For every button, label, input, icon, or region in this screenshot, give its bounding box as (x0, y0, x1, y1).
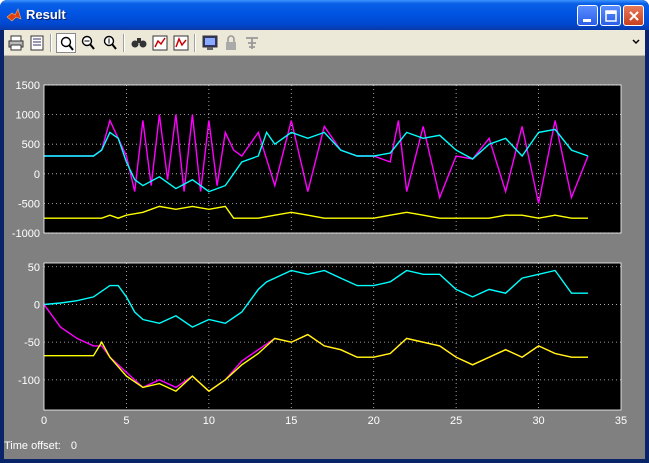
window-title: Result (26, 7, 66, 22)
x-tick-label: 10 (203, 415, 215, 427)
floating-scope-button[interactable] (200, 33, 220, 53)
toolbar-chevron[interactable] (629, 33, 641, 53)
zoom-button[interactable] (56, 33, 76, 53)
print-button[interactable] (6, 33, 26, 53)
signal-selection-button[interactable] (242, 33, 262, 53)
y-tick-label: 500 (22, 139, 40, 151)
save-axes-icon (152, 35, 168, 51)
y-tick-label: 50 (28, 262, 40, 274)
matlab-icon (6, 8, 22, 22)
lock-icon (226, 35, 236, 50)
minimize-button[interactable] (577, 5, 598, 26)
x-tick-label: 25 (450, 415, 462, 427)
toolbar-separator (194, 34, 196, 52)
x-tick-label: 20 (368, 415, 380, 427)
toolbar (4, 30, 645, 56)
window-frame (0, 459, 649, 463)
y-tick-label: 1500 (16, 80, 40, 92)
maximize-button[interactable] (600, 5, 621, 26)
minimize-icon (583, 19, 591, 22)
plot-area (44, 263, 621, 410)
parameters-icon (30, 35, 44, 51)
zoom-x-button[interactable] (78, 33, 98, 53)
parameters-button[interactable] (27, 33, 47, 53)
save-axes-button[interactable] (150, 33, 170, 53)
x-tick-label: 15 (285, 415, 297, 427)
scope-content: 1500 1000 500 0 -500 -1000 50 0 -50 -100 0 5 10 15 20 2… (4, 56, 645, 459)
time-offset-label: Time offset: (4, 440, 61, 452)
floating-scope-icon (202, 35, 218, 50)
close-icon (629, 11, 639, 21)
status-bar: Time offset: 0 (4, 440, 304, 455)
x-tick-label: 0 (41, 415, 47, 427)
y-tick-label: -50 (24, 337, 40, 349)
y-tick-label: -100 (18, 375, 40, 387)
y-tick-label: 0 (34, 299, 40, 311)
plot-area (44, 85, 621, 233)
y-tick-label: 1000 (16, 110, 40, 122)
y-tick-label: -500 (18, 198, 40, 210)
zoom-y-icon (103, 35, 117, 50)
y-tick-label: 0 (34, 169, 40, 181)
chevron-down-icon (632, 39, 640, 45)
x-tick-label: 30 (532, 415, 544, 427)
x-tick-label: 5 (123, 415, 129, 427)
scope-plots[interactable]: 150010005000-500-1000500-50-1000 5 10 15 20 2… (4, 56, 645, 459)
scope-window: Result 1500 1000 500 0 -500 -1000 50 0 -… (0, 0, 649, 463)
time-offset-value: 0 (70, 440, 77, 452)
lock-button[interactable] (221, 33, 241, 53)
zoom-y-button[interactable] (100, 33, 120, 53)
restore-axes-button[interactable] (171, 33, 191, 53)
autoscale-button[interactable] (129, 33, 149, 53)
y-tick-label: -1000 (12, 228, 40, 240)
toolbar-separator (123, 34, 125, 52)
toolbar-separator (50, 34, 52, 52)
zoom-icon (60, 36, 74, 51)
signal-selection-icon (246, 37, 258, 49)
title-bar[interactable]: Result (0, 0, 649, 30)
maximize-icon (605, 10, 617, 22)
close-button[interactable] (623, 5, 644, 26)
print-icon (8, 35, 24, 51)
autoscale-icon (131, 38, 147, 48)
x-tick-label: 35 (615, 415, 627, 427)
zoom-x-icon (81, 35, 95, 50)
restore-axes-icon (173, 35, 189, 51)
